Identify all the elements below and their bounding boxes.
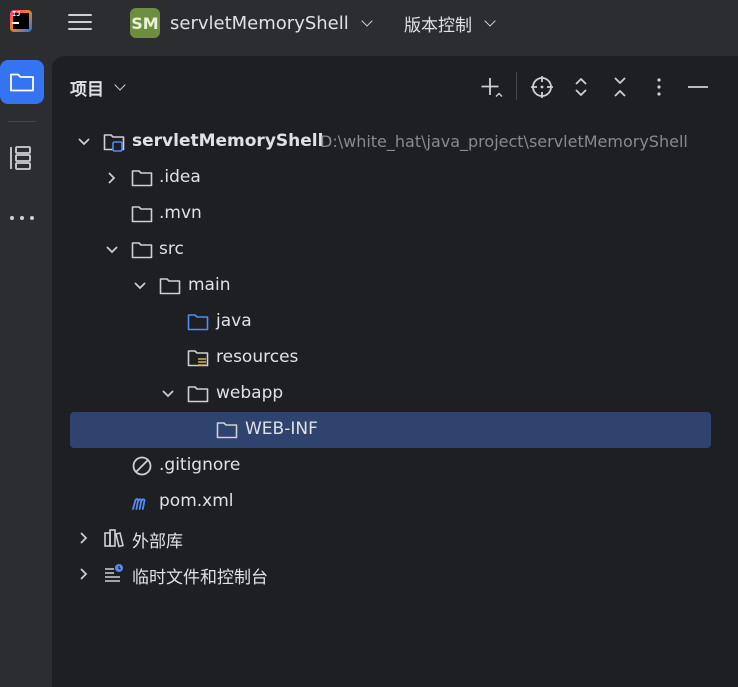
folder-icon [216, 422, 238, 439]
tree-item-mvn[interactable]: .mvn [70, 196, 711, 232]
locate-icon [531, 76, 553, 98]
project-badge: SM [130, 8, 160, 38]
chevron-down-icon[interactable] [158, 384, 178, 404]
tree-item-web-inf[interactable]: WEB-INF [70, 412, 711, 448]
chevron-down-icon [361, 14, 373, 27]
tree-item-label: .gitignore [159, 455, 241, 475]
project-switcher[interactable]: SM servletMemoryShell [130, 8, 373, 38]
project-panel: 项目 servletMemoryShell D:\white_hat\java_… [52, 56, 738, 687]
vcs-label: 版本控制 [404, 15, 472, 36]
tree-item-label: .mvn [159, 203, 202, 223]
tool-window-stripe [0, 46, 52, 687]
chevron-down-icon[interactable] [74, 132, 94, 152]
project-tool-button[interactable] [0, 60, 44, 104]
tree-item-label: webapp [216, 383, 284, 403]
tree-item-scratches-and-consoles[interactable]: 临时文件和控制台 [70, 556, 711, 592]
tree-item-label: 临时文件和控制台 [132, 568, 268, 588]
collapse-all-icon [614, 77, 626, 97]
chevron-down-icon [484, 14, 496, 27]
options-button[interactable] [644, 72, 674, 102]
tree-item-label: .idea [159, 167, 201, 187]
title-bar: IJ SM servletMemoryShell 版本控制 [0, 0, 738, 46]
tree-item-idea[interactable]: .idea [70, 160, 711, 196]
tree-item-webapp[interactable]: webapp [70, 376, 711, 412]
tree-item-label: 外部库 [132, 532, 183, 552]
add-icon [481, 78, 503, 97]
resources-folder-icon [187, 350, 209, 367]
source-folder-icon [187, 314, 209, 331]
stripe-divider [8, 121, 36, 122]
tree-item-java[interactable]: java [70, 304, 711, 340]
scratches-icon [105, 564, 123, 582]
tree-item-label: java [216, 311, 252, 331]
panel-header: 项目 [52, 56, 738, 118]
folder-icon [131, 170, 153, 187]
main-menu-icon[interactable] [68, 13, 92, 31]
tree-item-label: resources [216, 347, 299, 367]
tree-item-main[interactable]: main [70, 268, 711, 304]
tree-item-project-root[interactable]: servletMemoryShell D:\white_hat\java_pro… [70, 124, 711, 160]
chevron-down-icon[interactable] [102, 240, 122, 260]
expand-all-icon [575, 78, 587, 96]
intellij-logo-icon: IJ [10, 10, 32, 32]
folder-icon [159, 278, 181, 295]
chevron-right-icon[interactable] [74, 564, 94, 584]
tree-item-label: main [188, 275, 231, 295]
ignore-file-icon [132, 456, 152, 476]
chevron-down-icon[interactable] [130, 276, 150, 296]
maven-icon [132, 498, 146, 510]
tree-item-resources[interactable]: resources [70, 340, 711, 376]
collapse-all-button[interactable] [605, 72, 635, 102]
tree-item-label: servletMemoryShell [132, 131, 324, 151]
expand-all-button[interactable] [566, 72, 596, 102]
folder-icon [131, 206, 153, 223]
tree-item-label: pom.xml [159, 491, 234, 511]
hide-panel-button[interactable] [683, 72, 713, 102]
chevron-right-icon[interactable] [102, 168, 122, 188]
project-path: D:\white_hat\java_project\servletMemoryS… [320, 132, 688, 151]
tree-item-src[interactable]: src [70, 232, 711, 268]
structure-tool-button[interactable] [0, 136, 44, 180]
project-view-selector[interactable]: 项目 [70, 75, 126, 100]
vcs-menu[interactable]: 版本控制 [404, 8, 496, 38]
tree-item-external-libraries[interactable]: 外部库 [70, 520, 711, 556]
tree-item-gitignore[interactable]: .gitignore [70, 448, 711, 484]
toolbar-divider [516, 72, 517, 100]
chevron-down-icon [114, 79, 126, 91]
add-button[interactable] [476, 72, 506, 102]
folder-icon [10, 73, 34, 92]
panel-title: 项目 [70, 80, 104, 100]
tree-item-label: src [159, 239, 184, 259]
folder-icon [131, 242, 153, 259]
folder-icon [187, 386, 209, 403]
tree-item-pom-xml[interactable]: pom.xml [70, 484, 711, 520]
locate-button[interactable] [527, 72, 557, 102]
library-icon [104, 529, 124, 548]
chevron-right-icon[interactable] [74, 528, 94, 548]
tree-item-label: WEB-INF [245, 419, 318, 439]
more-vertical-icon [657, 78, 661, 96]
project-name: servletMemoryShell [170, 12, 349, 34]
module-folder-icon [103, 134, 125, 152]
minimize-icon [688, 86, 708, 88]
more-icon[interactable] [10, 216, 34, 220]
structure-icon [10, 146, 31, 170]
